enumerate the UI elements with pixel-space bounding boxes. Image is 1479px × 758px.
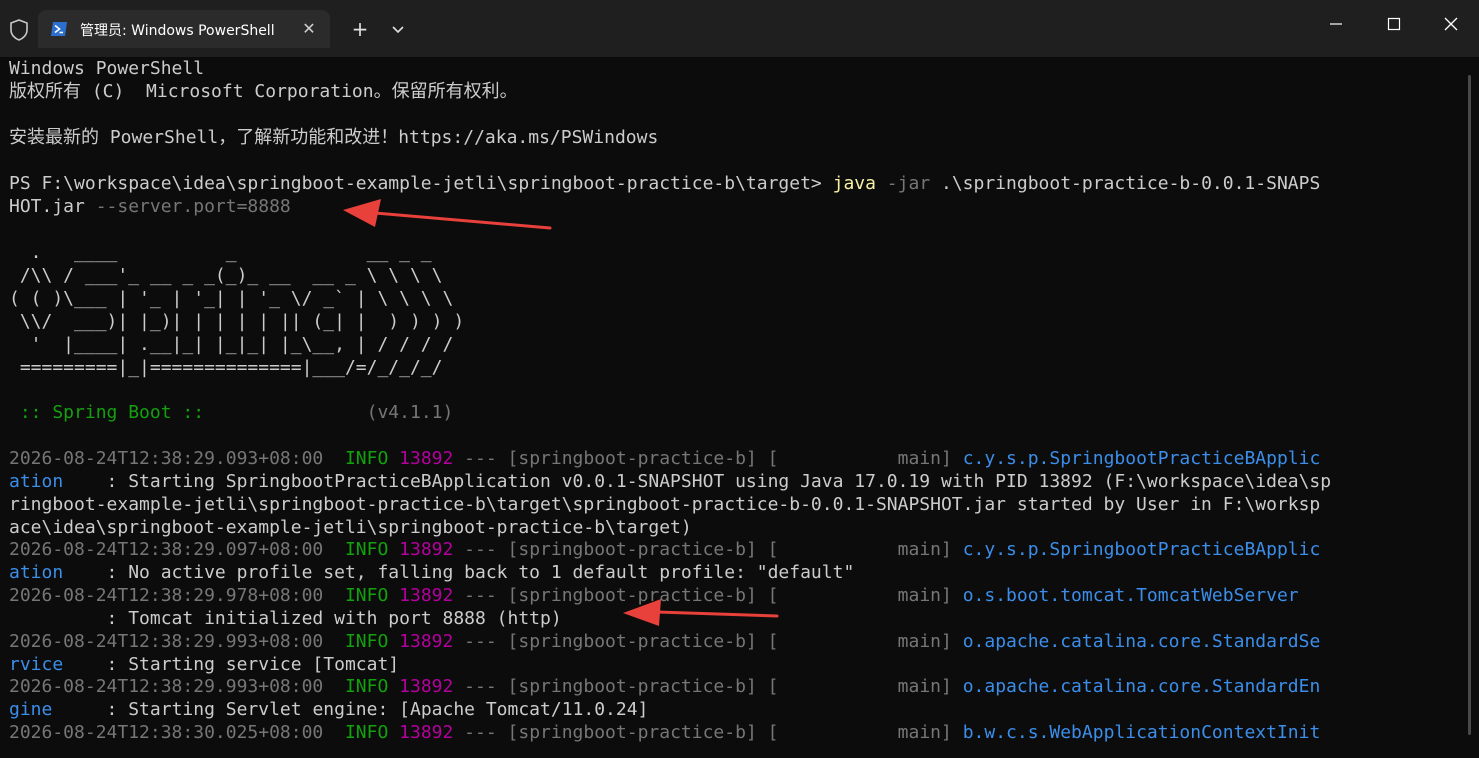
- banner-line: . ____ _ __ _ _: [9, 242, 432, 263]
- banner-line: ( ( )\___ | '_ | '_| | '_ \/ _` | \ \ \ …: [9, 288, 454, 309]
- log-line-cont: ringboot-example-jetli\springboot-practi…: [9, 493, 1320, 516]
- log-line: 2026-08-24T12:38:29.993+08:00 INFO 13892…: [9, 675, 1320, 698]
- banner-line: /\\ / ___'_ __ _ _(_)_ __ __ _ \ \ \ \: [9, 265, 443, 286]
- log-line-cont: ation : No active profile set, falling b…: [9, 561, 854, 584]
- banner-line: \\/ ___)| |_)| | | | | || (_| | ) ) ) ): [9, 311, 465, 332]
- log-pid: 13892: [388, 448, 454, 469]
- chevron-down-icon[interactable]: [388, 19, 408, 39]
- log-line: 2026-08-24T12:38:29.093+08:00 INFO 13892…: [9, 447, 1320, 470]
- log-level: INFO: [323, 448, 389, 469]
- maximize-icon: [1387, 17, 1401, 31]
- log-level: INFO: [323, 631, 389, 652]
- spring-boot-version: (v4.1.1): [204, 402, 454, 423]
- prompt-line-cont: HOT.jar --server.port=8888: [9, 195, 291, 218]
- spring-boot-version-line: :: Spring Boot :: (v4.1.1): [9, 401, 454, 424]
- prompt-arg: .\springboot-practice-b-0.0.1-SNAPS: [930, 173, 1321, 194]
- log-time: 2026-08-24T12:38:29.093+08:00: [9, 448, 324, 469]
- minimize-button[interactable]: [1313, 10, 1359, 38]
- log-line: 2026-08-24T12:38:29.097+08:00 INFO 13892…: [9, 538, 1320, 561]
- log-pid: 13892: [388, 722, 454, 743]
- log-pid: 13892: [388, 631, 454, 652]
- banner-line: ' |____| .__|_| |_|_| |_\__, | / / / /: [9, 334, 454, 355]
- title-bar: 管理员: Windows PowerShell ✕ +: [0, 0, 1479, 57]
- prompt-command: java: [832, 173, 876, 194]
- log-logger: gine: [9, 699, 53, 720]
- log-logger: ation: [9, 562, 64, 583]
- terminal-output[interactable]: Windows PowerShell 版权所有 (C) Microsoft Co…: [0, 57, 1466, 758]
- log-message: : Starting Servlet engine: [Apache Tomca…: [52, 699, 649, 720]
- log-level: INFO: [323, 722, 389, 743]
- new-tab-button[interactable]: +: [348, 17, 372, 41]
- prompt-line: PS F:\workspace\idea\springboot-example-…: [9, 172, 1320, 195]
- scrollbar-thumb[interactable]: [1468, 75, 1471, 735]
- log-message: : Tomcat initialized with port 8888 (htt…: [9, 608, 562, 629]
- prompt-arg-cont: HOT.jar: [9, 196, 85, 217]
- log-logger: c.y.s.p.SpringbootPracticeBApplic: [962, 539, 1321, 560]
- terminal-scrollbar[interactable]: [1468, 57, 1474, 757]
- log-logger: b.w.c.s.WebApplicationContextInit: [962, 722, 1321, 743]
- log-time: 2026-08-24T12:38:30.025+08:00: [9, 722, 324, 743]
- log-thread: --- [springboot-practice-b] [ main]: [453, 539, 963, 560]
- log-pid: 13892: [388, 539, 454, 560]
- log-logger: o.apache.catalina.core.StandardSe: [962, 631, 1321, 652]
- prompt-port-flag: --server.port=8888: [84, 196, 291, 217]
- log-line-cont: ace\idea\springboot-example-jetli\spring…: [9, 516, 692, 539]
- log-message: : No active profile set, falling back to…: [63, 562, 855, 583]
- powershell-icon: [51, 22, 67, 36]
- log-level: INFO: [323, 585, 389, 606]
- header-line: 安装最新的 PowerShell，了解新功能和改进！https://aka.ms…: [9, 127, 659, 148]
- log-message: ace\idea\springboot-example-jetli\spring…: [9, 517, 692, 538]
- log-logger: rvice: [9, 654, 64, 675]
- close-icon: [1444, 17, 1458, 31]
- log-thread: --- [springboot-practice-b] [ main]: [453, 676, 963, 697]
- log-line-cont: : Tomcat initialized with port 8888 (htt…: [9, 607, 562, 630]
- log-line-cont: ation : Starting SpringbootPracticeBAppl…: [9, 470, 1331, 493]
- spring-boot-label: :: Spring Boot ::: [9, 402, 205, 423]
- log-time: 2026-08-24T12:38:29.993+08:00: [9, 631, 324, 652]
- log-pid: 13892: [388, 585, 454, 606]
- log-message: ringboot-example-jetli\springboot-practi…: [9, 494, 1321, 515]
- minimize-icon: [1330, 23, 1342, 25]
- log-time: 2026-08-24T12:38:29.993+08:00: [9, 676, 324, 697]
- log-message: : Starting service [Tomcat]: [63, 654, 400, 675]
- log-thread: --- [springboot-practice-b] [ main]: [453, 722, 963, 743]
- log-line-cont: rvice : Starting service [Tomcat]: [9, 653, 399, 676]
- log-thread: --- [springboot-practice-b] [ main]: [453, 448, 963, 469]
- log-logger: o.apache.catalina.core.StandardEn: [962, 676, 1321, 697]
- annotation-arrow-icon: [343, 199, 552, 230]
- log-line: 2026-08-24T12:38:30.025+08:00 INFO 13892…: [9, 721, 1320, 744]
- tab-powershell[interactable]: 管理员: Windows PowerShell ✕: [38, 10, 330, 48]
- log-logger: c.y.s.p.SpringbootPracticeBApplic: [962, 448, 1321, 469]
- log-logger: ation: [9, 471, 64, 492]
- header-line: 版权所有 (C) Microsoft Corporation。保留所有权利。: [9, 81, 518, 102]
- prompt-flag: -jar: [875, 173, 931, 194]
- header-line: Windows PowerShell: [9, 58, 205, 79]
- close-tab-icon[interactable]: ✕: [298, 18, 320, 40]
- shield-icon: [10, 19, 28, 41]
- log-thread: --- [springboot-practice-b] [ main]: [453, 631, 963, 652]
- log-level: INFO: [323, 539, 389, 560]
- log-time: 2026-08-24T12:38:29.978+08:00: [9, 585, 324, 606]
- log-line: 2026-08-24T12:38:29.993+08:00 INFO 13892…: [9, 630, 1320, 653]
- log-line-cont: gine : Starting Servlet engine: [Apache …: [9, 698, 648, 721]
- log-level: INFO: [323, 676, 389, 697]
- maximize-button[interactable]: [1371, 10, 1417, 38]
- prompt-path: PS F:\workspace\idea\springboot-example-…: [9, 173, 833, 194]
- close-window-button[interactable]: [1428, 10, 1474, 38]
- log-logger: o.s.boot.tomcat.TomcatWebServer: [962, 585, 1299, 606]
- annotation-arrow-icon: [623, 599, 779, 626]
- tab-title: 管理员: Windows PowerShell: [80, 23, 275, 39]
- banner-line: =========|_|==============|___/=/_/_/_/: [9, 357, 443, 378]
- log-pid: 13892: [388, 676, 454, 697]
- log-time: 2026-08-24T12:38:29.097+08:00: [9, 539, 324, 560]
- log-message: : Starting SpringbootPracticeBApplicatio…: [63, 471, 1332, 492]
